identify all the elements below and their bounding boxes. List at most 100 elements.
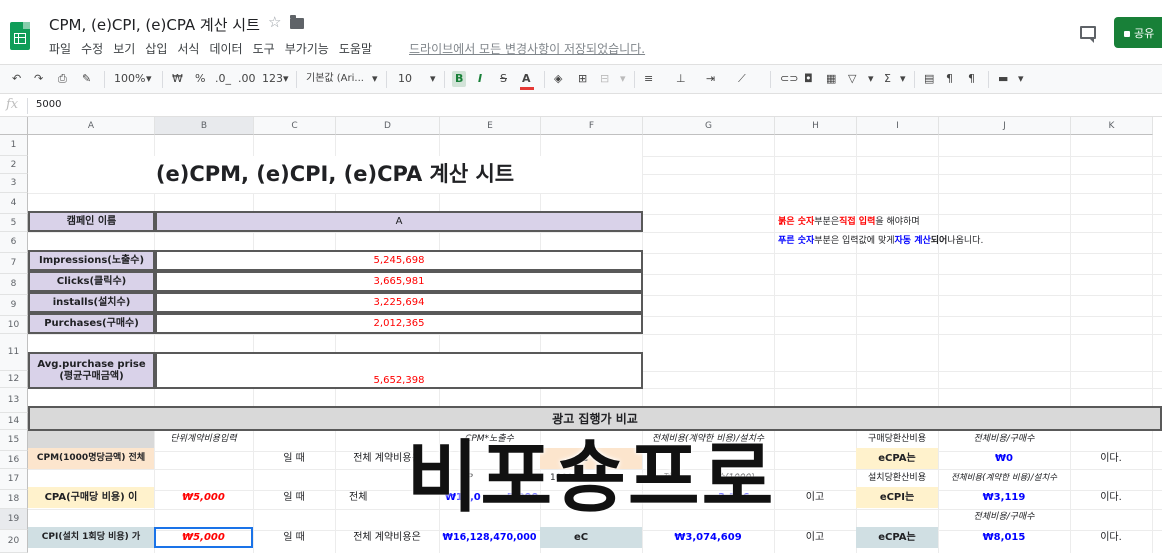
cell-j19[interactable]: ₩8,015 [938, 527, 1070, 548]
cell-c19[interactable]: 일 때 [253, 527, 335, 548]
cell-b17[interactable]: ₩5,000 [154, 487, 253, 508]
row-header-19[interactable]: 19 [0, 509, 28, 530]
column-header-c[interactable]: C [254, 117, 336, 135]
cell-j18[interactable]: 전체비용/구매수 [938, 508, 1070, 527]
avg-purchase-value[interactable]: 5,652,398 [155, 352, 643, 389]
font-size-select[interactable]: 10 [398, 72, 412, 86]
cell-j15[interactable]: ₩0 [938, 448, 1070, 469]
vertical-align-icon[interactable]: ⊥ [676, 72, 686, 86]
star-icon[interactable]: ☆ [268, 13, 281, 31]
column-header-e[interactable]: E [440, 117, 541, 135]
strikethrough-button[interactable]: S [500, 72, 507, 86]
cell-a14[interactable] [28, 431, 154, 448]
cell-e16[interactable]: CP [439, 469, 540, 487]
row-header-5[interactable]: 5 [0, 214, 28, 232]
cell-area[interactable]: (e)CPM, (e)CPI, (e)CPA 계산 시트 캠페인 이름 A 붉은… [28, 135, 1162, 553]
save-status-link[interactable]: 드라이브에서 모든 변경사항이 저장되었습니다. [409, 40, 645, 57]
share-button[interactable]: 공유 [1114, 17, 1162, 48]
cell-g19[interactable]: ₩3,074,609 [642, 527, 774, 548]
text-wrap-icon[interactable]: ⇥ [706, 72, 715, 86]
row-header-14[interactable]: 14 [0, 413, 28, 430]
cell-i17[interactable]: eCPI는 [856, 487, 938, 508]
row-header-8[interactable]: 8 [0, 274, 28, 295]
row-header-2[interactable]: 2 [0, 156, 28, 174]
menu-tools[interactable]: 도구 [253, 40, 275, 57]
cell-i14[interactable]: 구매당환산비용 [856, 431, 938, 448]
menu-edit[interactable]: 수정 [81, 40, 103, 57]
menu-insert[interactable]: 삽입 [145, 40, 167, 57]
cell-k17[interactable]: 이다. [1070, 487, 1152, 508]
metric-label-installs[interactable]: installs(설치수) [28, 292, 155, 313]
row-header-13[interactable]: 13 [0, 388, 28, 413]
cell-a17[interactable]: CPA(구매당 비용) 이 [28, 487, 154, 508]
row-header-11[interactable]: 11 [0, 334, 28, 371]
menu-view[interactable]: 보기 [113, 40, 135, 57]
cell-d15[interactable]: 전체 계약비용은 [335, 448, 439, 469]
ltr-icon[interactable]: ¶ [946, 72, 953, 86]
metric-label-impressions[interactable]: Impressions(노출수) [28, 250, 155, 271]
cell-f19[interactable]: eC [540, 527, 642, 548]
campaign-value[interactable]: A [155, 211, 643, 232]
text-rotate-icon[interactable]: ⟋ [738, 72, 746, 86]
cell-g17[interactable]: 3,116 [642, 487, 774, 508]
cell-k19[interactable]: 이다. [1070, 527, 1152, 548]
decimal-decrease-button[interactable]: .0_ [215, 72, 231, 86]
cell-c17[interactable]: 일 때 [253, 487, 335, 508]
column-header-b[interactable]: B [155, 117, 254, 135]
cell-i16[interactable]: 설치당환산비용 [856, 469, 938, 487]
sheet-title[interactable]: (e)CPM, (e)CPI, (e)CPA 계산 시트 [28, 156, 642, 193]
row-header-18[interactable]: 18 [0, 490, 28, 509]
percent-button[interactable]: % [195, 72, 205, 86]
column-header-k[interactable]: K [1071, 117, 1153, 135]
row-header-9[interactable]: 9 [0, 295, 28, 316]
row-header-15[interactable]: 15 [0, 430, 28, 451]
italic-button[interactable]: I [478, 72, 482, 86]
menu-help[interactable]: 도움말 [339, 40, 372, 57]
cell-e19[interactable]: ₩16,128,470,000 [439, 527, 540, 548]
column-header-i[interactable]: I [857, 117, 939, 135]
metric-value-impressions[interactable]: 5,245,698 [155, 250, 643, 271]
cell-e14[interactable]: CPM*노출수 [439, 431, 540, 448]
cell-a19[interactable]: CPI(설치 1회당 비용) 가 [28, 527, 154, 548]
filter-icon[interactable]: ▽ [848, 72, 856, 86]
comment-add-icon[interactable]: ◘ [804, 72, 813, 86]
cell-j16[interactable]: 전체비용(계약한 비용)/설치수 [938, 469, 1070, 487]
metric-value-clicks[interactable]: 3,665,981 [155, 271, 643, 292]
cell-f16[interactable]: 1000 [540, 469, 642, 487]
rtl-icon[interactable]: ¶ [968, 72, 975, 86]
menu-data[interactable]: 데이터 [209, 40, 242, 57]
menu-file[interactable]: 파일 [49, 40, 71, 57]
cell-j17[interactable]: ₩3,119 [938, 487, 1070, 508]
cell-k15[interactable]: 이다. [1070, 448, 1152, 469]
row-header-1[interactable]: 1 [0, 135, 28, 156]
cell-f15[interactable]: eC [540, 448, 642, 469]
borders-icon[interactable]: ⊞ [578, 72, 587, 86]
column-header-f[interactable]: F [541, 117, 643, 135]
select-all-corner[interactable] [0, 117, 28, 135]
avg-purchase-label[interactable]: Avg.purchase prise (평균구매금액) [28, 352, 155, 389]
paint-format-icon[interactable]: ✎ [82, 72, 91, 86]
row-header-12[interactable]: 12 [0, 371, 28, 388]
keyboard-icon[interactable]: ▬ [998, 72, 1008, 86]
cell-h17[interactable]: 이고 [774, 487, 856, 508]
redo-icon[interactable]: ↷ [34, 72, 43, 86]
menu-addons[interactable]: 부가기능 [285, 40, 329, 57]
cell-j14[interactable]: 전체비용/구매수 [938, 431, 1070, 448]
text-color-button[interactable]: A [522, 72, 531, 86]
input-tools-icon[interactable]: ▤ [924, 72, 934, 86]
sheets-logo-icon[interactable] [10, 22, 30, 50]
cell-i15[interactable]: eCPA는 [856, 448, 938, 469]
zoom-select[interactable]: 100% [114, 72, 145, 86]
cell-h19[interactable]: 이고 [774, 527, 856, 548]
metric-value-installs[interactable]: 3,225,694 [155, 292, 643, 313]
merge-cells-icon[interactable]: ⊟ [600, 72, 609, 86]
cell-a15[interactable]: CPM(1000명당금액) 전체 [28, 448, 154, 469]
cell-c15[interactable]: 일 때 [253, 448, 335, 469]
more-formats-button[interactable]: 123 [262, 72, 283, 86]
row-header-20[interactable]: 20 [0, 530, 28, 553]
cell-d19[interactable]: 전체 계약비용은 [335, 527, 439, 548]
cell-i19[interactable]: eCPA는 [856, 527, 938, 548]
print-icon[interactable]: ⎙ [58, 72, 67, 86]
formula-input[interactable]: 5000 [36, 99, 61, 110]
bold-button[interactable]: B [452, 71, 467, 87]
